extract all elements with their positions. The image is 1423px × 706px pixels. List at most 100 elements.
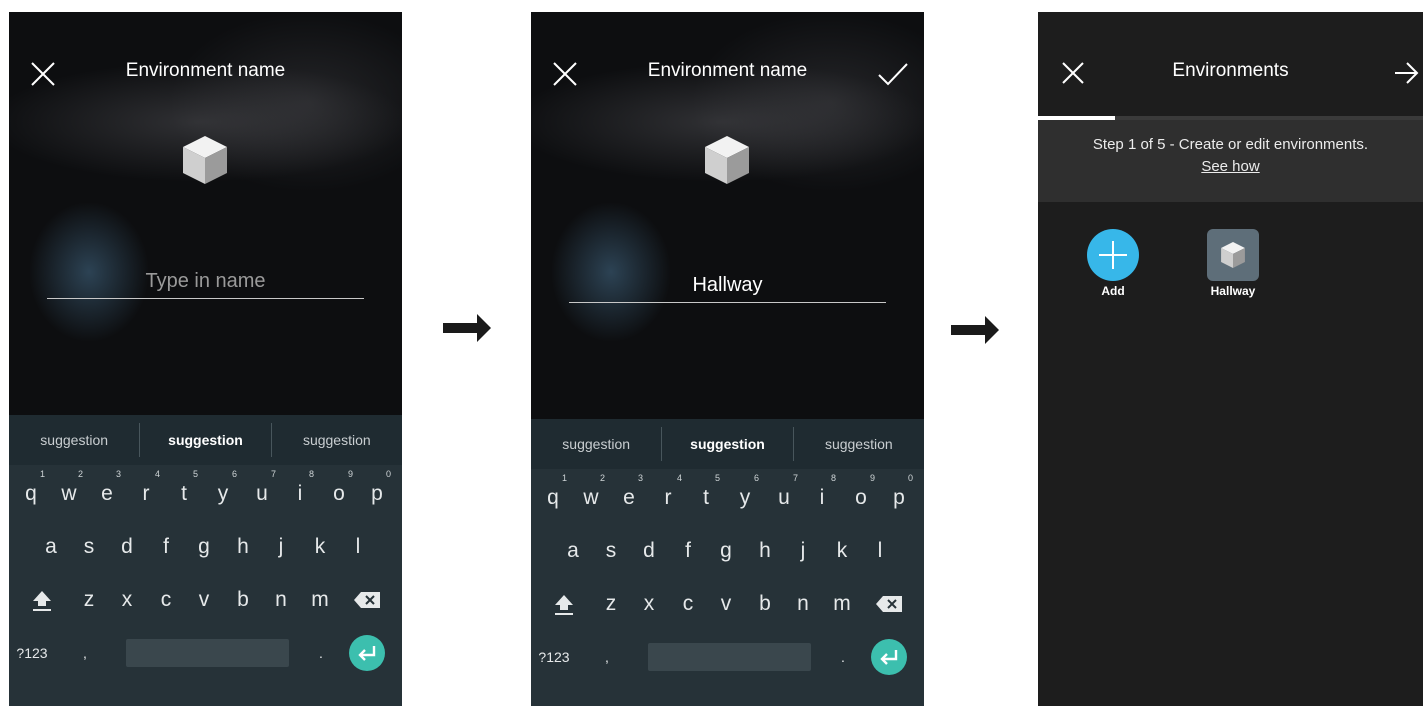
key-l[interactable]: l [340, 525, 376, 569]
name-input[interactable]: Type in name [47, 270, 364, 293]
cube-icon [183, 136, 227, 184]
enter-key[interactable] [349, 635, 385, 671]
key-i[interactable]: i8 [804, 473, 840, 520]
page-title: Environments [1172, 60, 1289, 81]
suggestion-item[interactable]: suggestion [662, 436, 792, 452]
environment-tile-hallway[interactable]: Hallway [1198, 229, 1268, 298]
cube-icon [1221, 242, 1245, 268]
tile-label: Add [1101, 284, 1125, 298]
key-symbols[interactable]: ?123 [531, 635, 577, 679]
key-number-hint: 1 [561, 473, 567, 483]
arrow-right-icon[interactable] [1393, 60, 1421, 86]
key-i[interactable]: i8 [282, 469, 318, 516]
key-m[interactable]: m [302, 578, 338, 622]
key-g[interactable]: g [708, 529, 744, 573]
key-symbols[interactable]: ?123 [9, 631, 55, 675]
space-key[interactable] [648, 643, 811, 671]
plus-icon [1099, 241, 1127, 269]
key-number-hint: 0 [385, 469, 391, 479]
key-s[interactable]: s [593, 529, 629, 573]
suggestion-item[interactable]: suggestion [531, 436, 661, 452]
key-v[interactable]: v [708, 582, 744, 626]
check-icon[interactable] [876, 60, 910, 88]
key-number-hint: 3 [637, 473, 643, 483]
key-g[interactable]: g [186, 525, 222, 569]
key-p[interactable]: p0 [881, 473, 917, 520]
key-row-1: q1 w2 e3 r4 t5 y6 u7 i8 o9 p0 [531, 473, 924, 520]
enter-key[interactable] [871, 639, 907, 675]
key-l[interactable]: l [862, 529, 898, 573]
key-x[interactable]: x [109, 578, 145, 622]
screen-environments: Environments Step 1 of 5 - Create or edi… [1038, 12, 1423, 706]
key-period[interactable]: . [833, 635, 853, 679]
tile-label: Hallway [1210, 284, 1256, 298]
key-row-4: ?123 , . [531, 635, 924, 679]
key-c[interactable]: c [670, 582, 706, 626]
key-j[interactable]: j [785, 529, 821, 573]
key-r[interactable]: r4 [128, 469, 164, 516]
key-q[interactable]: q1 [13, 469, 49, 516]
suggestion-item[interactable]: suggestion [272, 432, 402, 448]
key-n[interactable]: n [263, 578, 299, 622]
key-u[interactable]: u7 [244, 469, 280, 516]
key-b[interactable]: b [747, 582, 783, 626]
key-k[interactable]: k [824, 529, 860, 573]
key-s[interactable]: s [71, 525, 107, 569]
key-b[interactable]: b [225, 578, 261, 622]
suggestion-bar: suggestion suggestion suggestion [9, 415, 402, 465]
key-q[interactable]: q1 [535, 473, 571, 520]
key-d[interactable]: d [109, 525, 145, 569]
key-j[interactable]: j [263, 525, 299, 569]
key-v[interactable]: v [186, 578, 222, 622]
key-r[interactable]: r4 [650, 473, 686, 520]
suggestion-item[interactable]: suggestion [794, 436, 924, 452]
key-row-3: z x c v b n m [531, 582, 924, 626]
name-input[interactable]: Hallway [569, 274, 886, 297]
key-t[interactable]: t5 [688, 473, 724, 520]
step-text: Step 1 of 5 - Create or edit environment… [1092, 136, 1369, 153]
step-banner: Step 1 of 5 - Create or edit environment… [1038, 120, 1423, 202]
enter-icon [358, 646, 376, 661]
key-n[interactable]: n [785, 582, 821, 626]
space-key[interactable] [126, 639, 289, 667]
shift-icon[interactable] [27, 578, 57, 622]
key-f[interactable]: f [670, 529, 706, 573]
key-m[interactable]: m [824, 582, 860, 626]
key-p[interactable]: p0 [359, 469, 395, 516]
key-y[interactable]: y6 [727, 473, 763, 520]
key-z[interactable]: z [593, 582, 629, 626]
suggestion-item[interactable]: suggestion [9, 432, 139, 448]
shift-icon[interactable] [549, 582, 579, 626]
key-o[interactable]: o9 [843, 473, 879, 520]
key-u[interactable]: u7 [766, 473, 802, 520]
key-t[interactable]: t5 [166, 469, 202, 516]
key-e[interactable]: e3 [611, 473, 647, 520]
suggestion-item[interactable]: suggestion [140, 432, 270, 448]
key-comma[interactable]: , [73, 631, 97, 675]
key-f[interactable]: f [148, 525, 184, 569]
screen-environment-name-empty: Environment name Type in name suggestion… [9, 12, 402, 706]
key-y[interactable]: y6 [205, 469, 241, 516]
key-a[interactable]: a [33, 525, 69, 569]
key-d[interactable]: d [631, 529, 667, 573]
key-c[interactable]: c [148, 578, 184, 622]
key-h[interactable]: h [747, 529, 783, 573]
key-number-hint: 9 [347, 469, 353, 479]
backspace-icon[interactable] [873, 582, 905, 626]
key-period[interactable]: . [311, 631, 331, 675]
key-x[interactable]: x [631, 582, 667, 626]
add-environment-button[interactable]: Add [1078, 229, 1148, 298]
backspace-icon[interactable] [351, 578, 383, 622]
key-w[interactable]: w2 [51, 469, 87, 516]
key-number-hint: 7 [270, 469, 276, 479]
key-comma[interactable]: , [595, 635, 619, 679]
key-z[interactable]: z [71, 578, 107, 622]
key-e[interactable]: e3 [89, 469, 125, 516]
key-w[interactable]: w2 [573, 473, 609, 520]
see-how-link[interactable]: See how [1038, 158, 1423, 175]
key-k[interactable]: k [302, 525, 338, 569]
key-a[interactable]: a [555, 529, 591, 573]
page-title: Environment name [125, 60, 286, 81]
key-o[interactable]: o9 [321, 469, 357, 516]
key-h[interactable]: h [225, 525, 261, 569]
